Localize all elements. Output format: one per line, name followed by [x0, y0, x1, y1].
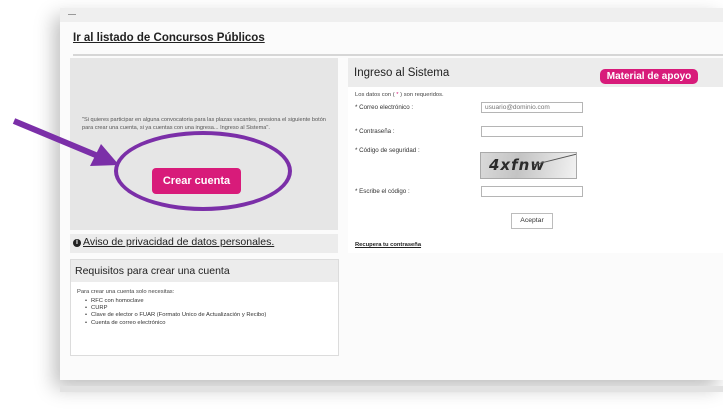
required-note-prefix: Los datos con ( — [355, 92, 395, 98]
required-note: Los datos con ( * ) son requeridos. — [355, 92, 444, 98]
requirement-item: Clave de elector o FUAR (Formato Unico d… — [85, 312, 266, 319]
required-note-suffix: ) son requeridos. — [400, 92, 444, 98]
requirement-item: Cuenta de correo electrónico — [85, 320, 266, 327]
login-title: Ingreso al Sistema — [354, 67, 450, 79]
bottom-strip — [60, 386, 723, 392]
email-label: * Correo electrónico : — [355, 104, 414, 111]
email-field[interactable] — [481, 102, 583, 113]
top-band — [60, 8, 723, 22]
login-panel: Ingreso al Sistema Material de apoyo Los… — [348, 58, 723, 253]
requirements-header: Requisitos para crear una cuenta — [71, 260, 338, 282]
password-field[interactable] — [481, 126, 583, 137]
login-header: Ingreso al Sistema Material de apoyo — [348, 58, 723, 87]
required-star: * — [396, 92, 399, 98]
privacy-link[interactable]: i Aviso de privacidad de datos personales… — [73, 236, 274, 248]
code-field[interactable] — [481, 186, 583, 197]
requirements-intro: Para crear una cuenta solo necesitas: — [77, 289, 175, 295]
accept-button[interactable]: Aceptar — [511, 213, 553, 229]
requirements-box: Requisitos para crear una cuenta Para cr… — [70, 259, 339, 356]
info-icon: i — [73, 239, 81, 247]
divider — [73, 54, 723, 56]
pointer-arrow-icon — [12, 118, 119, 166]
requirements-title: Requisitos para crear una cuenta — [75, 265, 230, 277]
captcha-text: 4xfnw — [489, 156, 546, 174]
privacy-link-text: Aviso de privacidad de datos personales. — [83, 236, 275, 248]
password-label: * Contraseña : — [355, 128, 395, 135]
captcha-image: 4xfnw — [480, 152, 577, 179]
requirement-item: CURP — [85, 305, 266, 312]
security-code-label: * Código de seguridad : — [355, 147, 420, 154]
support-material-button[interactable]: Material de apoyo — [600, 69, 698, 84]
recover-password-link[interactable]: Recupera tu contraseña — [355, 242, 421, 248]
code-label: * Escribe el código : — [355, 188, 410, 195]
requirements-list: RFC con homoclave CURP Clave de elector … — [85, 298, 266, 327]
requirement-item: RFC con homoclave — [85, 298, 266, 305]
